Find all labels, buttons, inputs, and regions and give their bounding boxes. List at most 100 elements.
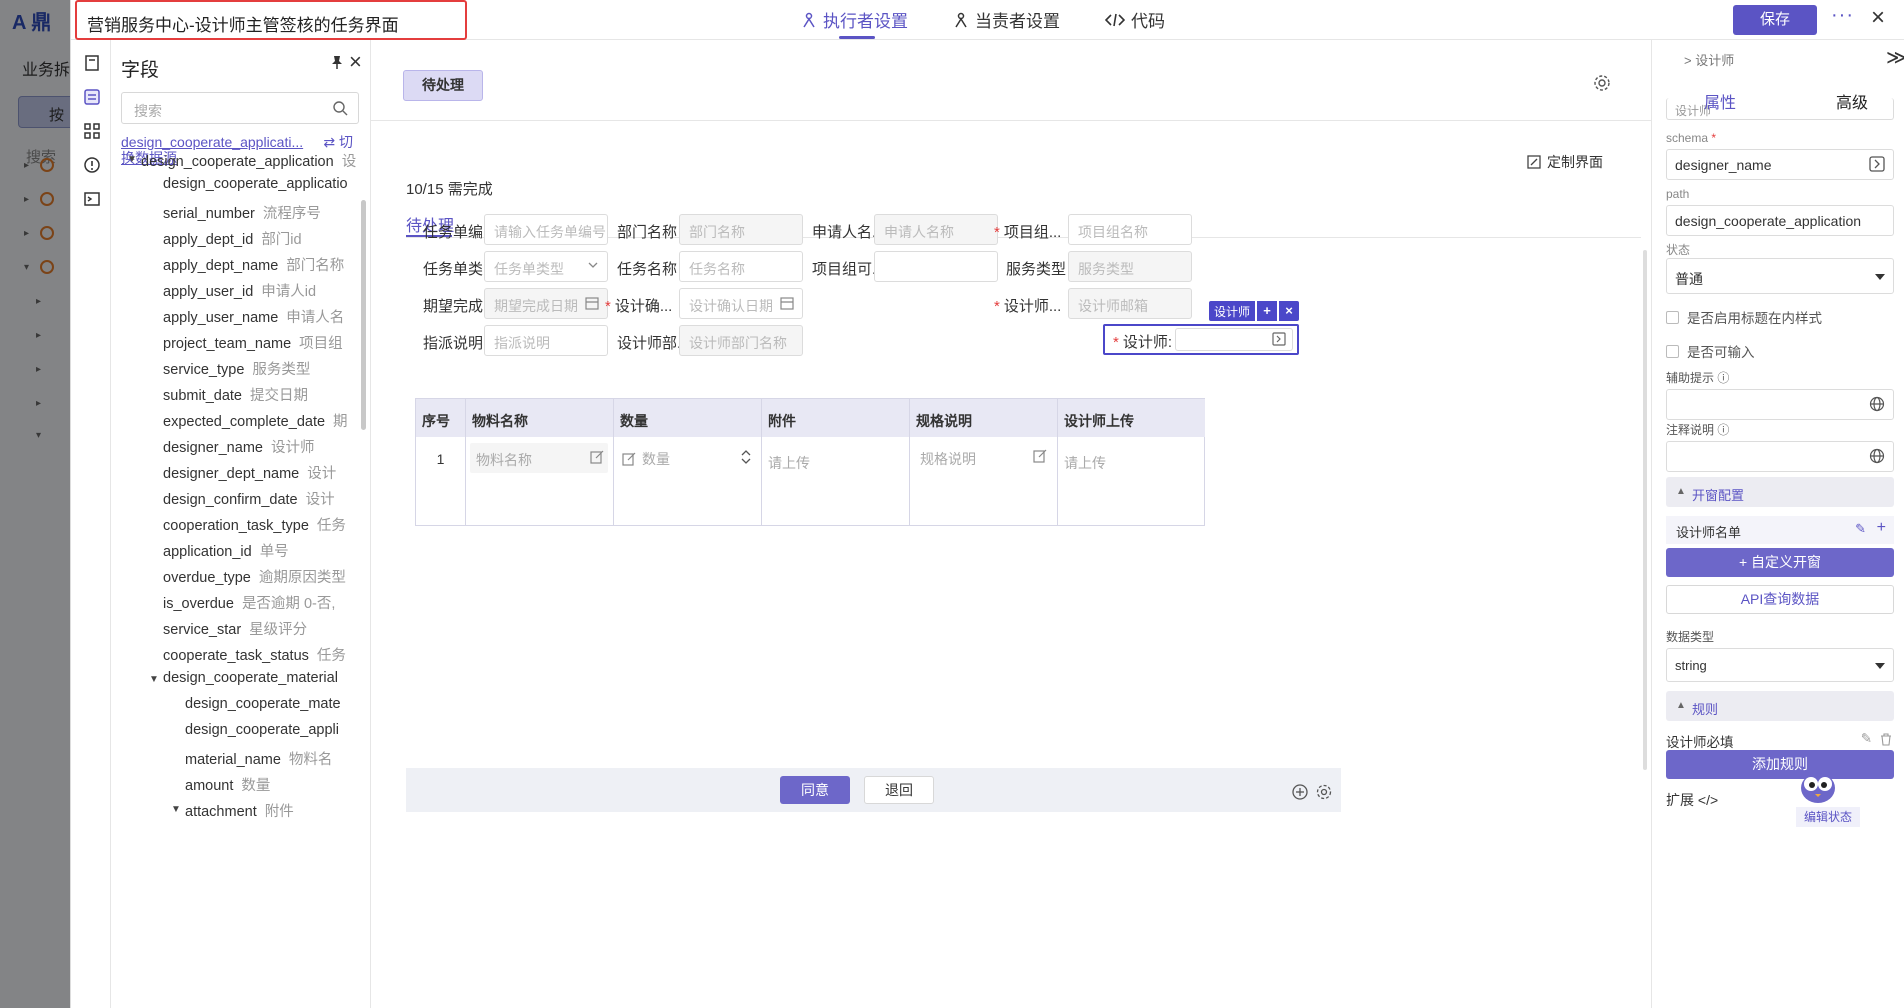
tree-expand-arrow-icon[interactable]: ▼ <box>171 804 181 815</box>
tree-field-item[interactable]: material_name 物料名 <box>185 748 332 769</box>
tree-field-item[interactable]: overdue_type 逾期原因类型 <box>163 566 346 587</box>
fields-scrollbar[interactable] <box>361 200 366 430</box>
tab-executor-settings[interactable]: 执行者设置 <box>801 7 908 32</box>
tree-field-item[interactable]: amount 数量 <box>185 774 270 795</box>
tree-field-item[interactable]: cooperate_task_status 任务 <box>163 644 346 665</box>
form-field-input[interactable] <box>874 251 998 282</box>
stepper-icon[interactable] <box>741 449 751 465</box>
delete-field-icon[interactable]: × <box>1279 301 1300 321</box>
tree-field-item[interactable]: apply_dept_id 部门id <box>163 228 302 249</box>
form-field-input[interactable]: 部门名称 <box>679 214 803 245</box>
return-button[interactable]: 退回 <box>864 776 934 804</box>
schema-input[interactable]: designer_name <box>1666 149 1894 180</box>
form-field-input[interactable]: 请输入任务单编号 <box>484 214 608 245</box>
tree-field-item[interactable]: project_team_name 项目组 <box>163 332 343 353</box>
collapse-panel-icon[interactable]: ≫ <box>1886 45 1904 70</box>
modal-overlay[interactable] <box>0 0 70 1008</box>
add-field-icon[interactable]: + <box>1257 301 1278 321</box>
customize-view-button[interactable]: 定制界面 <box>1527 152 1603 172</box>
pending-button[interactable]: 待处理 <box>403 70 483 101</box>
tab-advanced[interactable]: 高级 <box>1836 89 1868 113</box>
form-field-input[interactable]: 设计确认日期 <box>679 288 803 319</box>
tree-field-item[interactable]: designer_dept_name 设计 <box>163 462 336 483</box>
pin-icon[interactable] <box>329 54 345 70</box>
close-fields-icon[interactable]: × <box>349 49 362 75</box>
hint-input[interactable] <box>1666 389 1894 420</box>
editable-checkbox[interactable]: 是否可输入 <box>1666 341 1755 361</box>
tree-field-item[interactable]: expected_complete_date 期 <box>163 410 348 431</box>
rules-section[interactable]: ▲ 规则 <box>1666 691 1894 721</box>
add-circle-icon[interactable] <box>1292 784 1308 800</box>
edit-icon[interactable] <box>1033 449 1047 463</box>
tree-field-item[interactable]: serial_number 流程序号 <box>163 202 321 223</box>
form-field-input[interactable]: 指派说明 <box>484 325 608 356</box>
save-button[interactable]: 保存 <box>1733 5 1817 35</box>
api-query-button[interactable]: API查询数据 <box>1666 585 1894 614</box>
fields-icon[interactable] <box>83 88 101 106</box>
tree-field-item[interactable]: design_cooperate_application 设 <box>141 150 356 171</box>
material-name-input[interactable]: 物料名称 <box>470 443 608 473</box>
form-field-input[interactable]: 设计师邮箱 <box>1068 288 1192 319</box>
add-rule-button[interactable]: 添加规则 <box>1666 750 1894 779</box>
close-icon[interactable]: × <box>1871 4 1885 32</box>
settings-gear-icon[interactable] <box>1593 74 1611 92</box>
components-icon[interactable] <box>83 122 101 140</box>
open-window-icon[interactable] <box>1869 156 1885 172</box>
terminal-icon[interactable] <box>83 190 101 208</box>
datatype-select[interactable]: string <box>1666 648 1894 682</box>
tree-field-item[interactable]: apply_user_name 申请人名 <box>163 306 344 327</box>
tree-field-item[interactable]: application_id 单号 <box>163 540 289 561</box>
tree-field-item[interactable]: design_cooperate_applicatio <box>163 176 348 192</box>
form-field-input[interactable]: 申请人名称 <box>874 214 998 245</box>
page-icon[interactable] <box>83 54 101 72</box>
settings-gear-icon[interactable] <box>1316 784 1332 800</box>
agree-button[interactable]: 同意 <box>780 776 850 804</box>
add-icon[interactable]: + <box>1877 519 1886 537</box>
field-search-input[interactable]: 搜索 <box>121 92 359 124</box>
form-field-input[interactable]: 服务类型 <box>1068 251 1192 282</box>
mascot-icon[interactable] <box>1798 768 1838 804</box>
window-config-section[interactable]: ▲ 开窗配置 <box>1666 477 1894 507</box>
tree-field-item[interactable]: apply_user_id 申请人id <box>163 280 316 301</box>
status-select[interactable]: 普通 <box>1666 258 1894 294</box>
more-options-icon[interactable]: ··· <box>1831 4 1854 27</box>
globe-icon[interactable] <box>1869 396 1885 412</box>
attachment-upload[interactable]: 请上传 <box>762 437 910 526</box>
edit-rule-icon[interactable]: ✎ <box>1861 731 1872 747</box>
spec-input[interactable]: 规格说明 <box>920 449 976 469</box>
tree-field-item[interactable]: service_star 星级评分 <box>163 618 307 639</box>
amount-input[interactable]: 数量 <box>622 449 670 469</box>
tree-field-item[interactable]: service_type 服务类型 <box>163 358 310 379</box>
tab-owner-settings[interactable]: 当责者设置 <box>953 7 1060 32</box>
tree-field-item[interactable]: submit_date 提交日期 <box>163 384 308 405</box>
open-window-icon[interactable] <box>1272 332 1286 346</box>
info-icon[interactable] <box>83 156 101 174</box>
designer-upload[interactable]: 请上传 <box>1058 437 1205 526</box>
tree-field-item[interactable]: design_cooperate_material <box>163 670 338 686</box>
tree-field-item[interactable]: apply_dept_name 部门名称 <box>163 254 344 275</box>
form-field-input[interactable]: 项目组名称 <box>1068 214 1192 245</box>
globe-icon[interactable] <box>1869 448 1885 464</box>
tree-field-item[interactable]: design_confirm_date 设计 <box>163 488 335 509</box>
tree-field-item[interactable]: attachment 附件 <box>185 800 294 821</box>
tab-properties[interactable]: 属性 <box>1704 89 1736 113</box>
edit-status-badge[interactable]: 编辑状态 <box>1796 807 1860 827</box>
form-field-input[interactable]: 设计师部门名称 <box>679 325 803 356</box>
checkbox[interactable] <box>1666 344 1679 358</box>
tree-expand-arrow-icon[interactable]: ▼ <box>127 154 137 165</box>
tab-code[interactable]: 代码 <box>1105 7 1165 32</box>
title-inline-checkbox[interactable]: 是否启用标题在内样式 <box>1666 307 1822 327</box>
edit-icon[interactable]: ✎ <box>1855 521 1866 537</box>
form-field-input[interactable]: 任务名称 <box>679 251 803 282</box>
tree-field-item[interactable]: design_cooperate_mate <box>185 696 341 712</box>
delete-icon[interactable] <box>1880 733 1892 746</box>
designer-input[interactable] <box>1175 328 1293 351</box>
tree-field-item[interactable]: design_cooperate_appli <box>185 722 339 738</box>
tree-field-item[interactable]: designer_name 设计师 <box>163 436 314 457</box>
path-input[interactable]: design_cooperate_application <box>1666 205 1894 236</box>
form-field-input[interactable]: 期望完成日期 <box>484 288 608 319</box>
note-input[interactable] <box>1666 441 1894 472</box>
properties-scrollbar[interactable] <box>1643 250 1647 770</box>
extend-label[interactable]: 扩展 </> <box>1666 790 1718 810</box>
checkbox[interactable] <box>1666 310 1679 324</box>
